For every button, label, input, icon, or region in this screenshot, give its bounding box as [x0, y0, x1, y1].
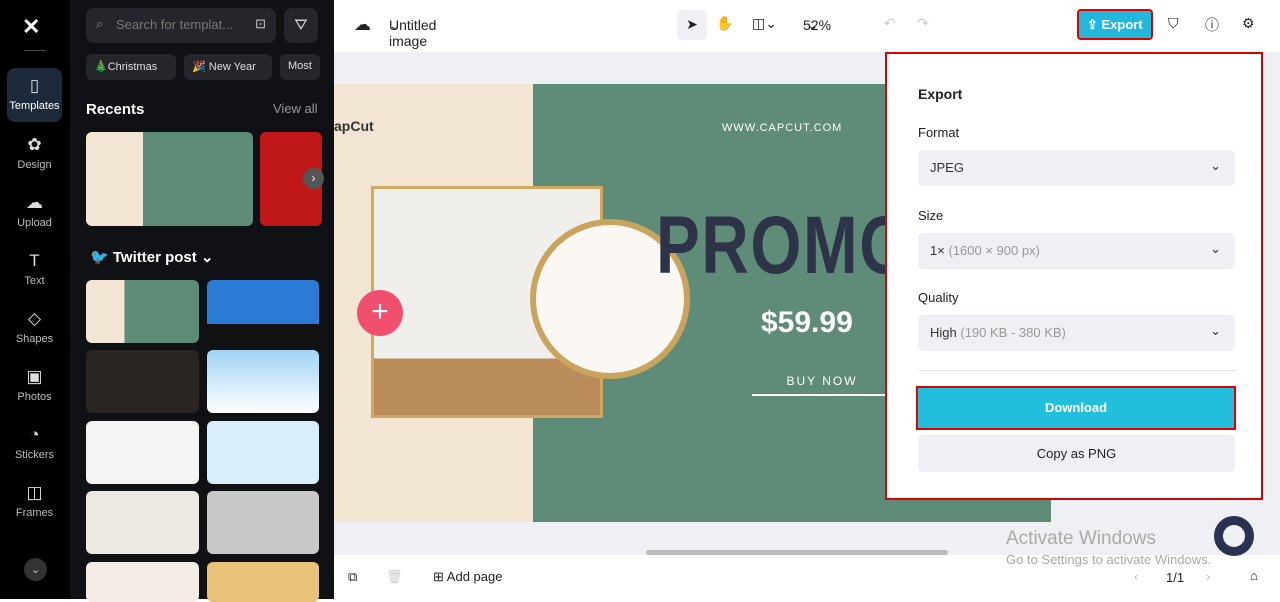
stickers-icon: ◔ [29, 425, 40, 444]
templates-panel: ⌕ Search for templat... ⊡ ⛛ 🎄Christmas 🎉 N… [70, 0, 334, 602]
document-title[interactable]: Untitled image ⌄ [389, 17, 436, 49]
design-brand: apCut [334, 118, 374, 134]
text-icon: T [29, 251, 40, 270]
shield-icon[interactable]: ⛉ [1168, 15, 1179, 32]
rail-more-button[interactable]: ⌄ [24, 558, 47, 581]
template-thumbnail[interactable] [207, 280, 319, 343]
page-indicator: 1/1 [1166, 570, 1185, 585]
export-title: Export [918, 86, 963, 102]
size-select[interactable]: 1× (1600 × 900 px) ⌄ [918, 233, 1235, 269]
windows-watermark-sub: Go to Settings to activate Windows. [1006, 552, 1212, 567]
filter-button[interactable]: ⛛ [284, 8, 318, 43]
shapes-icon: ◇ [27, 309, 42, 328]
rail-item-shapes[interactable]: ◇ Shapes [7, 301, 62, 355]
chevron-down-icon: ⌄ [1210, 158, 1221, 173]
upload-icon: ☁ [26, 193, 43, 212]
redo-icon[interactable]: ↷ [917, 15, 929, 32]
image-search-icon[interactable]: ⊡ [255, 16, 266, 32]
template-thumbnail[interactable] [86, 280, 199, 343]
rail-item-stickers[interactable]: ◔ Stickers [7, 417, 62, 471]
chevron-right-icon[interactable]: › [303, 168, 324, 189]
rail-item-text[interactable]: T Text [7, 243, 62, 297]
recents-heading: Recents [86, 101, 145, 118]
assistant-icon[interactable] [1214, 516, 1254, 556]
design-price: $59.99 [761, 306, 853, 339]
export-button[interactable]: ⇪ Export [1077, 9, 1153, 40]
design-icon: ✿ [27, 135, 42, 154]
recent-template-promotion[interactable] [86, 132, 253, 226]
layout-icon[interactable]: ◫⌄ [752, 15, 777, 32]
export-icon: ⇪ [1087, 17, 1102, 32]
settings-icon[interactable]: ⚙ [1242, 15, 1255, 32]
chip-most[interactable]: Most [280, 54, 320, 80]
twitter-icon: 🐦 [90, 249, 113, 266]
help-icon[interactable]: ⓘ [1205, 15, 1219, 35]
export-dialog: Export Format JPEG ⌄ Size 1× (1600 × 900 … [885, 52, 1263, 500]
frames-icon: ◫ [26, 483, 43, 502]
duplicate-page-icon[interactable]: ⧉ [348, 569, 357, 585]
add-element-button[interactable]: + [357, 290, 403, 336]
template-thumbnail[interactable] [207, 562, 319, 602]
rail-item-design[interactable]: ✿ Design [7, 127, 62, 181]
windows-watermark: Activate Windows [1006, 528, 1156, 549]
copy-as-png-button[interactable]: Copy as PNG [918, 435, 1235, 472]
cloud-sync-icon: ☁ [354, 15, 371, 34]
zoom-select[interactable]: 52% ⌄ [803, 17, 831, 34]
add-page-button[interactable]: ⊞ Add page [433, 569, 502, 585]
search-icon: ⌕ [96, 16, 104, 31]
quality-select[interactable]: High (190 KB - 380 KB) ⌄ [918, 315, 1235, 351]
page-panel-icon[interactable]: ⌂ [1250, 568, 1258, 583]
format-label: Format [918, 125, 960, 140]
chip-christmas[interactable]: 🎄Christmas [86, 54, 176, 80]
rail-item-upload[interactable]: ☁ Upload [7, 185, 62, 239]
design-url: WWW.CAPCUT.COM [722, 122, 843, 134]
template-thumbnail[interactable] [207, 421, 319, 484]
download-button[interactable]: Download [916, 386, 1236, 430]
rail-item-frames[interactable]: ◫ Frames [7, 475, 62, 529]
prev-page-icon[interactable]: ‹ [1134, 569, 1138, 584]
select-tool-icon[interactable]: ➤ [677, 10, 707, 40]
template-thumbnail[interactable] [86, 562, 199, 602]
chevron-down-icon: ⌄ [1210, 323, 1221, 338]
side-rail: ✕ ▯ Templates ✿ Design ☁ Upload T Text ◇ Shap… [0, 0, 70, 599]
quality-label: Quality [918, 290, 959, 305]
next-page-icon[interactable]: › [1206, 569, 1210, 584]
search-input[interactable]: ⌕ Search for templat... ⊡ [86, 8, 276, 43]
design-cta: BUY NOW [752, 374, 892, 396]
undo-icon[interactable]: ↶ [884, 15, 896, 32]
templates-icon: ▯ [29, 76, 40, 95]
view-all-link[interactable]: View all [273, 101, 318, 116]
size-label: Size [918, 208, 944, 223]
divider [24, 50, 46, 51]
template-thumbnail[interactable] [86, 491, 199, 554]
template-thumbnail[interactable] [86, 350, 199, 413]
rail-item-photos[interactable]: ▣ Photos [7, 359, 62, 413]
rail-item-templates[interactable]: ▯ Templates [7, 68, 62, 122]
template-thumbnail[interactable] [207, 350, 319, 413]
twitter-post-heading[interactable]: 🐦 Twitter post ⌄ [90, 248, 214, 266]
chevron-down-icon: ⌄ [1210, 241, 1221, 256]
photos-icon: ▣ [26, 367, 43, 386]
capcut-logo-icon: ✕ [22, 14, 41, 39]
template-thumbnail[interactable] [207, 491, 319, 554]
format-select[interactable]: JPEG ⌄ [918, 150, 1235, 186]
hand-tool-icon[interactable]: ✋ [716, 15, 733, 32]
delete-page-icon[interactable]: 🗑 [386, 569, 403, 585]
chip-new-year[interactable]: 🎉 New Year [184, 54, 272, 80]
divider [918, 370, 1235, 371]
template-thumbnail[interactable] [86, 421, 199, 484]
